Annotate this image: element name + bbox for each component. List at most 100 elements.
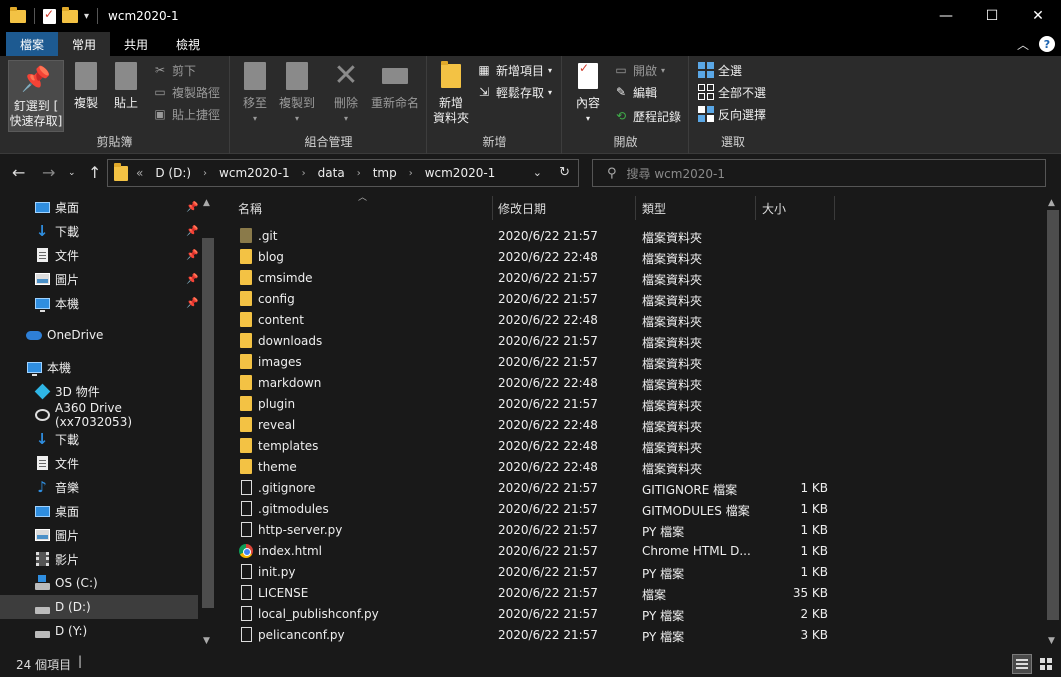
history-button[interactable]: ⟲ 歷程記錄 [613,106,681,126]
column-divider[interactable] [492,196,493,220]
nav-item-videos[interactable]: 影片 [0,547,198,571]
breadcrumb-current[interactable]: wcm2020-1 [425,166,496,180]
nav-item-3d-objects[interactable]: 3D 物件 [0,379,198,403]
minimize-button[interactable]: — [923,0,969,32]
edit-button[interactable]: ✎ 編輯 [613,82,657,102]
new-folder-icon[interactable] [62,6,78,23]
table-row[interactable]: reveal 2020/6/22 22:48 檔案資料夾 [218,415,1045,436]
table-row[interactable]: templates 2020/6/22 22:48 檔案資料夾 [218,436,1045,457]
table-row[interactable]: theme 2020/6/22 22:48 檔案資料夾 [218,457,1045,478]
rename-button[interactable]: 重新命名 [369,60,421,111]
nav-item-onedrive[interactable]: OneDrive [0,323,198,347]
nav-item-downloads[interactable]: ↓ 下載 [0,427,198,451]
invert-selection-button[interactable]: 反向選擇 [698,104,766,124]
table-row[interactable]: index.html 2020/6/22 21:57 Chrome HTML D..… [218,541,1045,562]
table-row[interactable]: markdown 2020/6/22 22:48 檔案資料夾 [218,373,1045,394]
nav-item-quick-documents[interactable]: 文件 📌 [0,243,198,267]
scrollbar-thumb[interactable] [202,238,214,608]
table-row[interactable]: .git 2020/6/22 21:57 檔案資料夾 [218,226,1045,247]
table-row[interactable]: LICENSE 2020/6/22 21:57 檔案 35 KB [218,583,1045,604]
copy-path-button[interactable]: ▭ 複製路徑 [152,82,220,102]
customize-toolbar-dropdown-icon[interactable]: ▾ [84,11,89,22]
breadcrumb-data[interactable]: data [318,166,345,180]
pin-icon[interactable]: 📌 [186,298,198,309]
nav-item-this-pc[interactable]: 本機 [0,355,198,379]
table-row[interactable]: http-server.py 2020/6/22 21:57 PY 檔案 1 KB [218,520,1045,541]
tab-view[interactable]: 檢視 [162,32,214,56]
table-row[interactable]: plugin 2020/6/22 21:57 檔案資料夾 [218,394,1045,415]
column-type[interactable]: 類型 [642,200,666,217]
chevron-right-icon[interactable]: › [409,168,413,179]
move-to-button[interactable]: 移至 ▾ [239,60,271,126]
nav-item-music[interactable]: ♪ 音樂 [0,475,198,499]
delete-button[interactable]: ✕ 刪除 ▾ [331,60,361,126]
table-row[interactable]: downloads 2020/6/22 21:57 檔案資料夾 [218,331,1045,352]
scroll-down-icon[interactable]: ▼ [203,636,210,646]
column-divider[interactable] [755,196,756,220]
column-divider[interactable] [834,196,835,220]
easy-access-button[interactable]: ⇲ 輕鬆存取 ▾ [476,82,552,102]
nav-item-quick-pictures[interactable]: 圖片 📌 [0,267,198,291]
table-row[interactable]: local_publishconf.py 2020/6/22 21:57 PY 檔案… [218,604,1045,625]
maximize-button[interactable]: ☐ [969,0,1015,32]
nav-item-quick-desktop[interactable]: 桌面 📌 [0,196,198,219]
scroll-down-icon[interactable]: ▼ [1048,636,1055,646]
table-row[interactable]: config 2020/6/22 21:57 檔案資料夾 [218,289,1045,310]
column-modified[interactable]: 修改日期 [498,200,546,217]
table-row[interactable]: init.py 2020/6/22 21:57 PY 檔案 1 KB [218,562,1045,583]
select-none-button[interactable]: 全部不選 [698,82,766,102]
large-icons-view-button[interactable] [1036,654,1056,674]
new-item-button[interactable]: ▦ 新增項目 ▾ [476,60,552,80]
properties-button[interactable]: 內容 ▾ [573,60,603,126]
new-folder-button[interactable]: 新增 資料夾 [433,60,469,126]
nav-item-pictures[interactable]: 圖片 [0,523,198,547]
nav-item-drive-d[interactable]: D (D:) [0,595,198,619]
column-name[interactable]: 名稱 [238,200,262,217]
pin-icon[interactable]: 📌 [186,274,198,285]
nav-item-drive-c[interactable]: OS (C:) [0,571,198,595]
open-button[interactable]: ▭ 開啟 ▾ [613,60,665,80]
table-row[interactable]: blog 2020/6/22 22:48 檔案資料夾 [218,247,1045,268]
recent-locations-chevron-icon[interactable]: ⌄ [68,168,76,178]
chevron-right-icon[interactable]: › [203,168,207,179]
column-size[interactable]: 大小 [762,200,786,217]
copy-to-button[interactable]: 複製到 ▾ [277,60,317,126]
breadcrumb-wcm2020-1[interactable]: wcm2020-1 [219,166,290,180]
help-icon[interactable]: ? [1039,36,1055,52]
refresh-icon[interactable]: ↻ [559,165,570,180]
pin-icon[interactable]: 📌 [186,226,198,237]
chevron-right-icon[interactable]: › [302,168,306,179]
back-arrow-icon[interactable]: ← [12,163,25,182]
tab-file[interactable]: 檔案 [6,32,59,56]
up-arrow-icon[interactable]: ↑ [88,163,101,182]
search-box[interactable]: ⚲ 搜尋 wcm2020-1 [592,159,1046,187]
scroll-up-icon[interactable]: ▲ [203,198,210,208]
address-dropdown-icon[interactable]: ⌄ [533,166,542,179]
file-list-scrollbar[interactable]: ▲ ▼ [1045,196,1061,652]
pin-icon[interactable]: 📌 [186,250,198,261]
details-view-button[interactable] [1012,654,1032,674]
scrollbar-thumb[interactable] [1047,210,1059,620]
table-row[interactable]: cmsimde 2020/6/22 21:57 檔案資料夾 [218,268,1045,289]
breadcrumb-d-drive[interactable]: D (D:) [155,166,191,180]
paste-shortcut-button[interactable]: ▣ 貼上捷徑 [152,104,220,124]
pin-icon[interactable]: 📌 [186,202,198,213]
forward-arrow-icon[interactable]: → [42,163,55,182]
properties-icon[interactable] [43,7,56,24]
nav-item-a360-drive[interactable]: A360 Drive (xx7032053) [0,401,198,429]
scroll-up-icon[interactable]: ▲ [1048,198,1055,208]
nav-item-drive-y[interactable]: D (Y:) [0,619,198,643]
nav-item-documents[interactable]: 文件 [0,451,198,475]
nav-item-quick-this-pc[interactable]: 本機 📌 [0,291,198,315]
column-divider[interactable] [635,196,636,220]
tab-home[interactable]: 常用 [58,32,111,56]
breadcrumb-overflow[interactable]: « [136,166,143,180]
table-row[interactable]: .gitignore 2020/6/22 21:57 GITIGNORE 檔案 1 K… [218,478,1045,499]
copy-button[interactable]: 複製 [70,60,102,111]
paste-button[interactable]: 貼上 [110,60,142,111]
nav-item-desktop[interactable]: 桌面 [0,499,198,523]
table-row[interactable]: content 2020/6/22 22:48 檔案資料夾 [218,310,1045,331]
chevron-right-icon[interactable]: › [357,168,361,179]
nav-item-quick-downloads[interactable]: ↓ 下載 📌 [0,219,199,243]
nav-pane-scrollbar[interactable]: ▲ ▼ [200,196,216,652]
